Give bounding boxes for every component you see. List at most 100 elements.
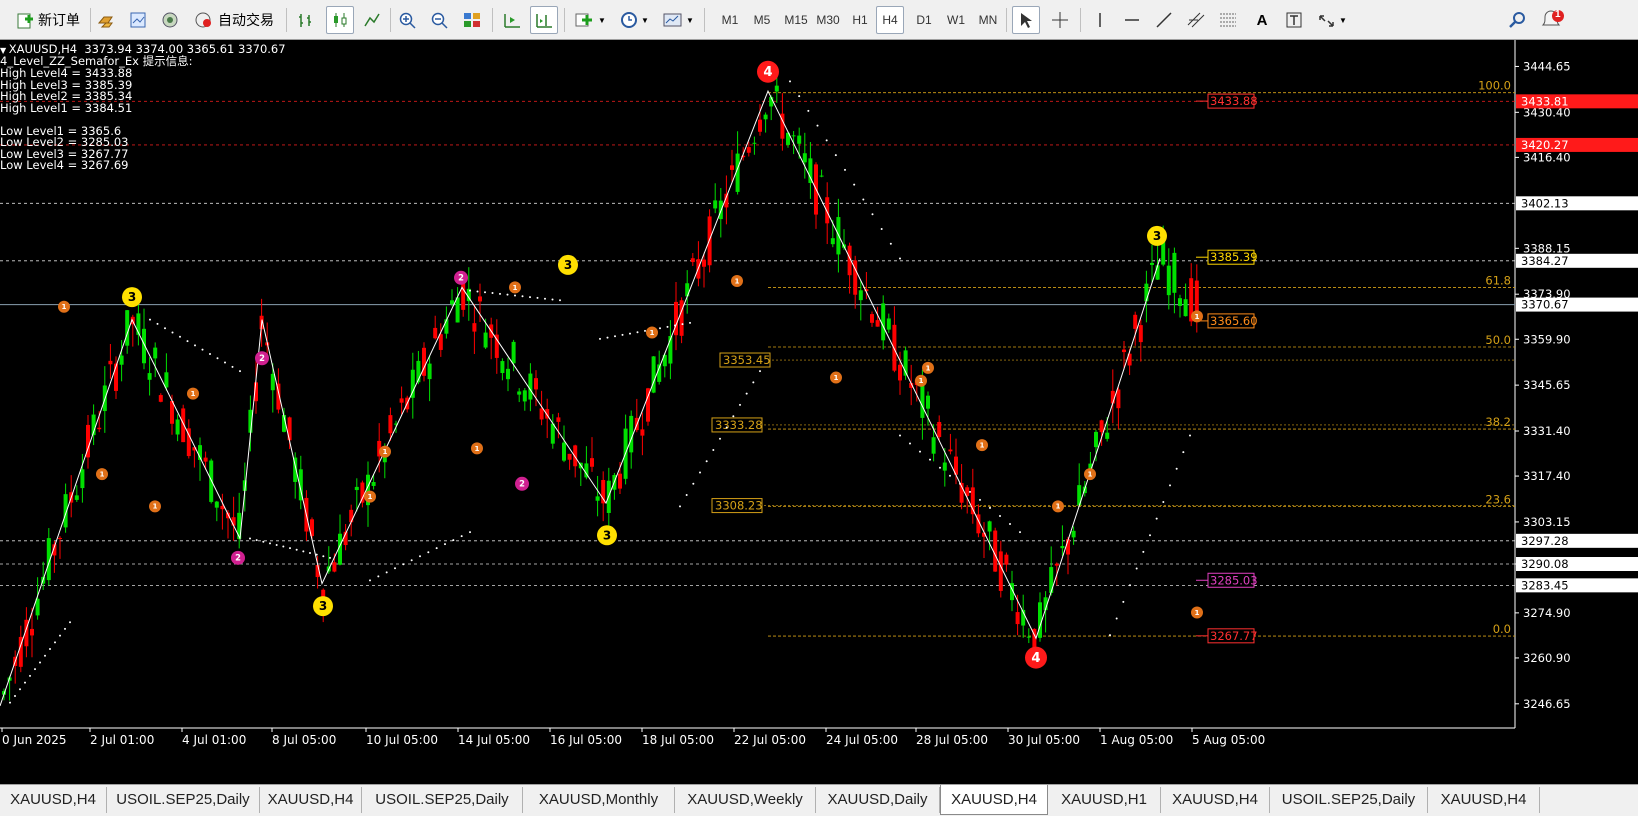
text-label-icon[interactable] bbox=[1280, 6, 1308, 34]
candle-body bbox=[858, 290, 863, 301]
candle-body bbox=[80, 469, 85, 489]
candle-body bbox=[825, 197, 830, 224]
navigator-icon[interactable] bbox=[156, 6, 184, 34]
chart-tab[interactable]: USOIL.SEP25,Daily bbox=[1270, 787, 1428, 813]
sar-dot bbox=[889, 242, 892, 245]
sar-dot bbox=[1162, 501, 1165, 504]
sar-dot bbox=[719, 437, 721, 440]
candle-body bbox=[601, 479, 606, 504]
price-tick-label: 3303.15 bbox=[1523, 515, 1571, 529]
indicator-level-line: Low Level4 = 3267.69 bbox=[0, 158, 129, 172]
sar-dot bbox=[255, 539, 258, 542]
semafor-point-label: 1 bbox=[833, 373, 838, 382]
bar-chart-icon[interactable] bbox=[292, 6, 320, 34]
timeframe-m30[interactable]: M30 bbox=[812, 6, 844, 34]
channel-icon[interactable] bbox=[1182, 6, 1210, 34]
axis-price-marker-label: 3283.45 bbox=[1521, 578, 1569, 592]
sar-dot bbox=[614, 335, 616, 338]
axis-price-marker-label: 3290.08 bbox=[1521, 557, 1569, 571]
zoom-in-icon[interactable] bbox=[394, 6, 422, 34]
candle-body bbox=[802, 153, 807, 163]
sar-dot bbox=[544, 297, 546, 300]
trendline-icon[interactable] bbox=[1150, 6, 1178, 34]
tile-windows-icon[interactable] bbox=[458, 6, 486, 34]
sar-dot bbox=[705, 460, 708, 463]
chart-tab[interactable]: XAUUSD,Weekly bbox=[675, 787, 816, 813]
auto-scroll-icon[interactable] bbox=[498, 6, 526, 34]
sar-dot bbox=[59, 634, 61, 637]
cursor-icon[interactable] bbox=[1012, 6, 1040, 34]
arrows-dropdown[interactable]: ▼ bbox=[1312, 6, 1352, 34]
chart-tab[interactable]: XAUUSD,Monthly bbox=[523, 787, 675, 813]
sar-dot bbox=[1149, 534, 1151, 537]
candle-body bbox=[74, 495, 79, 500]
indicators-dropdown[interactable]: ▼ bbox=[570, 6, 610, 34]
chart-tab[interactable]: XAUUSD,H4 bbox=[260, 787, 362, 813]
sar-dot bbox=[269, 542, 271, 545]
chart-tab[interactable]: XAUUSD,H1 bbox=[1048, 787, 1161, 813]
candle-body bbox=[1138, 325, 1143, 343]
candle-body bbox=[1054, 563, 1059, 566]
vertical-line-icon[interactable] bbox=[1086, 6, 1114, 34]
zoom-out-icon[interactable] bbox=[426, 6, 454, 34]
periods-dropdown[interactable]: ▼ bbox=[614, 6, 654, 34]
candle-body bbox=[483, 332, 488, 348]
templates-dropdown[interactable]: ▼ bbox=[658, 6, 698, 34]
sar-dot bbox=[24, 681, 26, 684]
semafor-point-label: 1 bbox=[512, 283, 517, 292]
timeframe-w1[interactable]: W1 bbox=[942, 6, 970, 34]
search-icon[interactable] bbox=[1504, 6, 1532, 34]
sar-dot bbox=[514, 294, 516, 297]
sar-dot bbox=[1142, 550, 1145, 553]
sar-dot bbox=[275, 543, 278, 546]
fibonacci-icon[interactable] bbox=[1214, 6, 1242, 34]
sar-dot bbox=[171, 331, 174, 334]
timeframe-m15[interactable]: M15 bbox=[780, 6, 812, 34]
timeframe-m1[interactable]: M1 bbox=[716, 6, 744, 34]
indicator-level-line: High Level1 = 3384.51 bbox=[0, 100, 133, 115]
candle-body bbox=[108, 360, 113, 365]
sar-dot bbox=[1169, 484, 1171, 487]
new-order-button[interactable]: 新订单 bbox=[8, 6, 88, 34]
timeframe-m5[interactable]: M5 bbox=[748, 6, 776, 34]
sar-dot bbox=[929, 458, 931, 461]
market-watch-icon[interactable] bbox=[124, 6, 152, 34]
timeframe-mn[interactable]: MN bbox=[974, 6, 1002, 34]
sar-dot bbox=[745, 392, 748, 395]
sar-dot bbox=[249, 537, 251, 540]
notifications-icon[interactable]: 1 bbox=[1538, 6, 1566, 34]
sar-dot bbox=[410, 559, 413, 562]
candle-body bbox=[898, 364, 902, 381]
price-chart[interactable]: 3444.653430.403416.403388.153373.903359.… bbox=[0, 40, 1638, 784]
chart-tab[interactable]: XAUUSD,Daily bbox=[816, 787, 940, 813]
candle-body bbox=[892, 324, 897, 371]
sar-dot bbox=[309, 552, 311, 554]
chart-tab[interactable]: USOIL.SEP25,Daily bbox=[107, 787, 260, 813]
gold-bars-icon[interactable] bbox=[92, 6, 120, 34]
chart-tab[interactable]: XAUUSD,H4 bbox=[1428, 787, 1540, 813]
candlestick-icon[interactable] bbox=[326, 6, 354, 34]
auto-trading-button[interactable]: 自动交易 bbox=[188, 6, 280, 34]
horizontal-line-icon[interactable] bbox=[1118, 6, 1146, 34]
candle-body bbox=[511, 341, 516, 364]
candle-body bbox=[998, 551, 1003, 591]
chart-tab[interactable]: USOIL.SEP25,Daily bbox=[362, 787, 523, 813]
timeframe-d1[interactable]: D1 bbox=[910, 6, 938, 34]
text-tool-button[interactable]: A bbox=[1248, 6, 1276, 34]
chart-tab[interactable]: XAUUSD,H4 bbox=[940, 785, 1048, 815]
chart-area[interactable]: 3444.65 3430.40 3416.40 3388.15 3373.90 3359.… bbox=[0, 40, 1638, 784]
sar-dot bbox=[194, 344, 196, 347]
timeframe-h4[interactable]: H4 bbox=[876, 6, 904, 34]
sar-dot bbox=[231, 365, 234, 368]
chart-shift-icon[interactable] bbox=[530, 6, 558, 34]
candle-body bbox=[433, 327, 438, 339]
chart-tab[interactable]: XAUUSD,H4 bbox=[0, 787, 107, 813]
timeframe-h1[interactable]: H1 bbox=[846, 6, 874, 34]
line-chart-icon[interactable] bbox=[358, 6, 386, 34]
crosshair-icon[interactable] bbox=[1046, 6, 1074, 34]
candle-body bbox=[97, 427, 102, 430]
sar-dot bbox=[44, 654, 46, 657]
chart-tab[interactable]: XAUUSD,H4 bbox=[1161, 787, 1270, 813]
sar-dot bbox=[644, 329, 646, 332]
candle-body bbox=[618, 473, 622, 489]
